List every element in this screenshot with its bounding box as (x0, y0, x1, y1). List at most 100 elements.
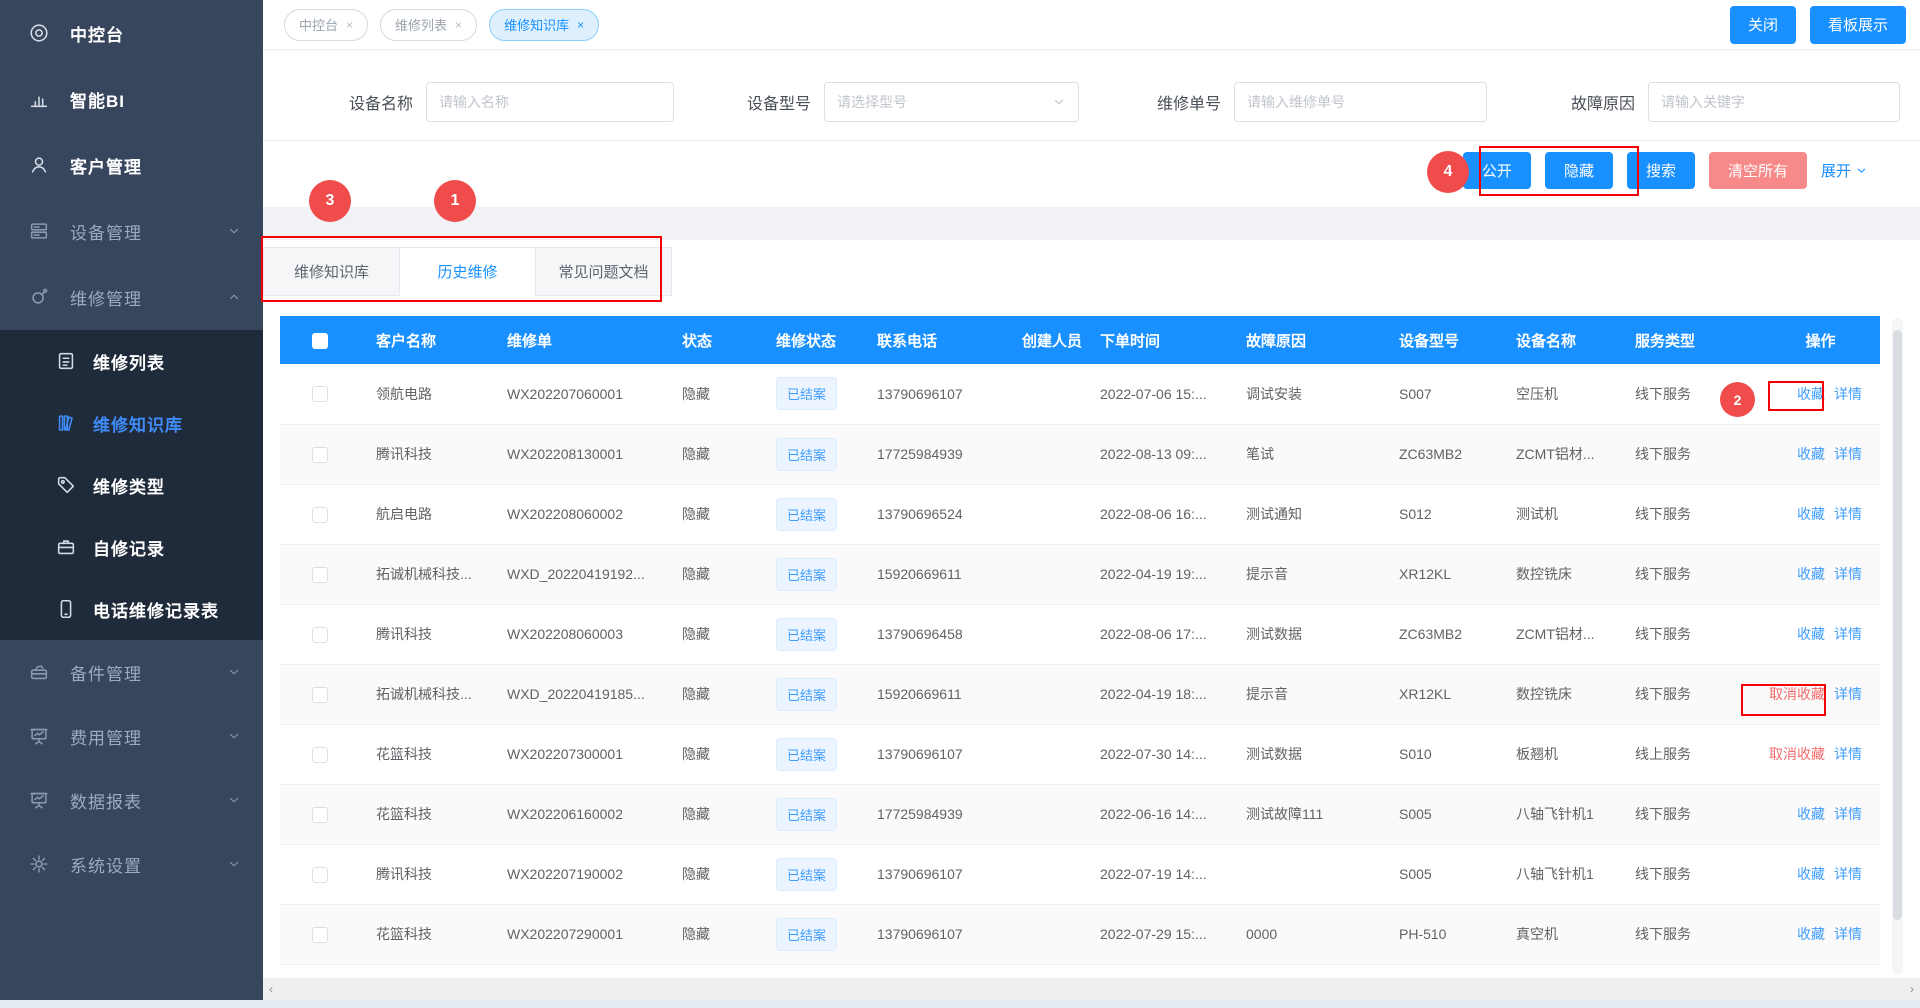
fault-cell: 提示音 (1230, 544, 1383, 604)
sidebar-item-维修类型[interactable]: 维修类型 (0, 454, 263, 516)
row-checkbox[interactable] (312, 747, 328, 763)
close-button[interactable]: 关闭 (1730, 6, 1796, 44)
operations-cell: 取消收藏详情 (1761, 664, 1880, 724)
sidebar-item-维修管理[interactable]: 维修管理 (0, 264, 263, 330)
detail-link[interactable]: 详情 (1834, 386, 1862, 402)
row-select-cell (280, 724, 360, 784)
sidebar-item-费用管理[interactable]: 费用管理 (0, 704, 263, 768)
chevron-down-icon (1052, 95, 1066, 109)
tab-历史维修[interactable]: 历史维修 (399, 247, 536, 296)
publish-button[interactable]: 公开 (1463, 152, 1531, 189)
app-root: 中控台智能BI客户管理设备管理维修管理 维修列表维修知识库维修类型自修记录电话维… (0, 0, 1920, 1008)
favorite-link[interactable]: 收藏 (1797, 926, 1825, 942)
sidebar-item-电话维修记录表[interactable]: 电话维修记录表 (0, 578, 263, 640)
bottom-strip (0, 1000, 1920, 1008)
detail-link[interactable]: 详情 (1834, 746, 1862, 762)
column-header-select[interactable] (280, 316, 360, 364)
model-cell: ZC63MB2 (1383, 424, 1500, 484)
row-checkbox[interactable] (312, 927, 328, 943)
favorite-link[interactable]: 收藏 (1797, 386, 1825, 402)
favorite-link[interactable]: 收藏 (1797, 506, 1825, 522)
expand-link[interactable]: 展开 (1821, 160, 1868, 181)
sidebar-item-系统设置[interactable]: 系统设置 (0, 832, 263, 896)
detail-link[interactable]: 详情 (1834, 446, 1862, 462)
filter-input-设备名称[interactable]: 请输入名称 (426, 82, 674, 122)
breadcrumb-tab-维修知识库[interactable]: 维修知识库× (489, 9, 599, 41)
chevron-down-icon (227, 857, 241, 871)
select-all-checkbox[interactable] (312, 333, 328, 349)
board-display-button[interactable]: 看板展示 (1810, 6, 1906, 44)
sidebar-item-设备管理[interactable]: 设备管理 (0, 198, 263, 264)
favorite-link[interactable]: 收藏 (1797, 446, 1825, 462)
row-checkbox[interactable] (312, 386, 328, 402)
close-tab-icon[interactable]: × (455, 18, 462, 32)
order_time-cell: 2022-08-06 17:... (1084, 604, 1230, 664)
detail-link[interactable]: 详情 (1834, 806, 1862, 822)
filter-input-维修单号[interactable]: 请输入维修单号 (1234, 82, 1487, 122)
scroll-right-arrow[interactable]: › (1904, 982, 1920, 996)
detail-link[interactable]: 详情 (1834, 506, 1862, 522)
table-row: 花篮科技WX202207290001隐藏已结案137906961072022-0… (280, 904, 1880, 964)
favorite-link[interactable]: 收藏 (1797, 626, 1825, 642)
breadcrumb-tab-维修列表[interactable]: 维修列表× (380, 9, 477, 41)
column-header-设备型号: 设备型号 (1383, 316, 1500, 364)
scroll-left-arrow[interactable]: ‹ (263, 982, 279, 996)
detail-link[interactable]: 详情 (1834, 566, 1862, 582)
sidebar-submenu: 维修列表维修知识库维修类型自修记录电话维修记录表 (0, 330, 263, 640)
detail-link[interactable]: 详情 (1834, 686, 1862, 702)
sidebar-item-智能BI[interactable]: 智能BI (0, 66, 263, 132)
service-cell: 线下服务 (1619, 424, 1761, 484)
model-cell: S005 (1383, 844, 1500, 904)
row-checkbox[interactable] (312, 447, 328, 463)
row-checkbox[interactable] (312, 567, 328, 583)
vertical-scrollbar-thumb[interactable] (1893, 330, 1902, 920)
sidebar-item-维修列表[interactable]: 维修列表 (0, 330, 263, 392)
row-checkbox[interactable] (312, 507, 328, 523)
tab-常见问题文档[interactable]: 常见问题文档 (535, 247, 672, 296)
model-cell: XR12KL (1383, 544, 1500, 604)
close-tab-icon[interactable]: × (577, 18, 584, 32)
horizontal-scrollbar[interactable]: ‹ › (263, 978, 1920, 1000)
clear-all-button[interactable]: 清空所有 (1709, 152, 1807, 189)
detail-link[interactable]: 详情 (1834, 626, 1862, 642)
favorite-link[interactable]: 收藏 (1797, 806, 1825, 822)
phone-cell: 13790696107 (861, 724, 1006, 784)
fault-cell (1230, 844, 1383, 904)
row-checkbox[interactable] (312, 867, 328, 883)
row-checkbox[interactable] (312, 807, 328, 823)
unfavorite-link[interactable]: 取消收藏 (1769, 686, 1825, 702)
content-tabs: 维修知识库历史维修常见问题文档 (264, 247, 672, 296)
favorite-link[interactable]: 收藏 (1797, 866, 1825, 882)
tab-维修知识库[interactable]: 维修知识库 (263, 247, 400, 296)
chevron-down-icon (1855, 164, 1868, 177)
sidebar-item-客户管理[interactable]: 客户管理 (0, 132, 263, 198)
sidebar-item-维修知识库[interactable]: 维修知识库 (0, 392, 263, 454)
repair-status-cell: 已结案 (760, 424, 861, 484)
unfavorite-link[interactable]: 取消收藏 (1769, 746, 1825, 762)
filter-select-设备型号[interactable]: 请选择型号 (824, 82, 1079, 122)
status-badge: 已结案 (776, 377, 837, 410)
repair-list-icon (55, 350, 77, 372)
repair-status-cell: 已结案 (760, 664, 861, 724)
device_name-cell: 数控铣床 (1500, 664, 1619, 724)
breadcrumb-tab-label: 中控台 (299, 15, 338, 34)
breadcrumb-tab-中控台[interactable]: 中控台 × (284, 9, 368, 41)
hide-button[interactable]: 隐藏 (1545, 152, 1613, 189)
row-checkbox[interactable] (312, 687, 328, 703)
favorite-link[interactable]: 收藏 (1797, 566, 1825, 582)
vertical-scrollbar[interactable] (1892, 318, 1903, 975)
sidebar-item-备件管理[interactable]: 备件管理 (0, 640, 263, 704)
status-cell: 隐藏 (666, 784, 760, 844)
sidebar-item-数据报表[interactable]: 数据报表 (0, 768, 263, 832)
row-checkbox[interactable] (312, 627, 328, 643)
filter-input-故障原因[interactable]: 请输入关键字 (1648, 82, 1900, 122)
breadcrumb-tabs: 中控台×维修列表×维修知识库× (284, 9, 599, 41)
search-button[interactable]: 搜索 (1627, 152, 1695, 189)
sidebar-item-label: 客户管理 (70, 153, 142, 178)
sidebar-item-自修记录[interactable]: 自修记录 (0, 516, 263, 578)
detail-link[interactable]: 详情 (1834, 926, 1862, 942)
order_time-cell: 2022-07-06 15:... (1084, 364, 1230, 424)
close-tab-icon[interactable]: × (346, 18, 353, 32)
detail-link[interactable]: 详情 (1834, 866, 1862, 882)
sidebar-item-中控台[interactable]: 中控台 (0, 0, 263, 66)
